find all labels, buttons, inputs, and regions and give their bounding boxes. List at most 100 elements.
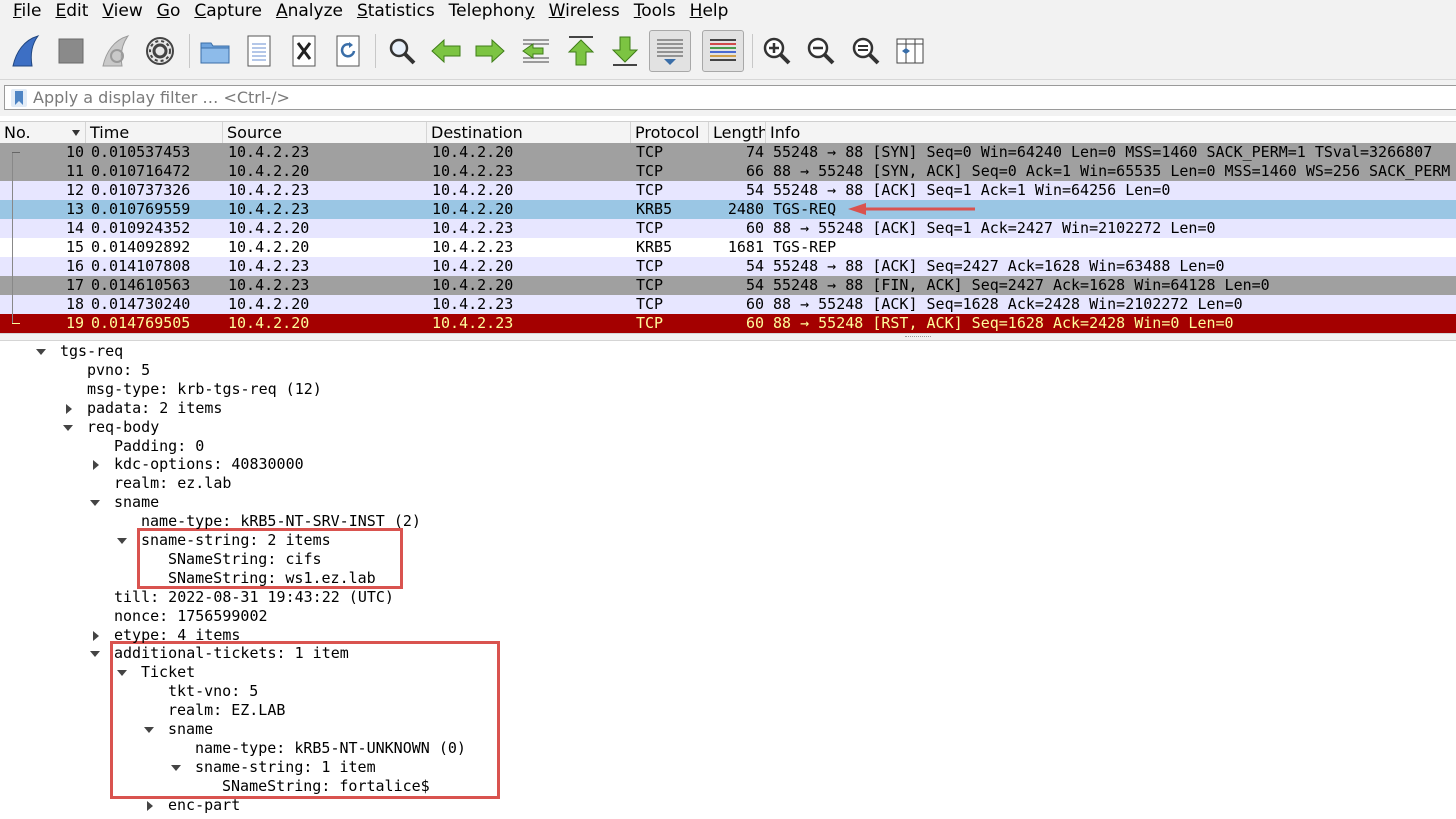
chevron-right-icon[interactable] xyxy=(93,630,99,641)
resize-columns-button[interactable] xyxy=(890,31,930,71)
menu-edit[interactable]: Edit xyxy=(48,0,95,24)
zoom-out-button[interactable] xyxy=(801,31,841,71)
detail-tree-item[interactable]: sname xyxy=(168,720,213,739)
zoom-in-button[interactable] xyxy=(757,31,797,71)
detail-tree-item[interactable]: Ticket xyxy=(141,663,195,682)
chevron-right-icon[interactable] xyxy=(93,460,99,471)
packet-row[interactable]: 13 0.010769559 10.4.2.23 10.4.2.20 KRB5 2480 T… xyxy=(0,200,1456,219)
save-file-button[interactable] xyxy=(239,31,279,71)
packet-row[interactable]: 17 0.014610563 10.4.2.23 10.4.2.20 TCP 54 5524… xyxy=(0,276,1456,295)
stop-capture-button[interactable] xyxy=(51,31,91,71)
go-to-packet-button[interactable] xyxy=(516,31,556,71)
chevron-right-icon[interactable] xyxy=(66,403,72,414)
auto-scroll-button[interactable] xyxy=(649,30,691,72)
packet-cell-info: TGS-REP xyxy=(773,238,837,256)
menu-capture[interactable]: Capture xyxy=(187,0,269,24)
packet-cell-info: 55248 → 88 [FIN, ACK] Seq=2427 Ack=1628 … xyxy=(773,276,1270,294)
chevron-down-icon[interactable] xyxy=(90,651,100,658)
go-back-button[interactable] xyxy=(426,31,466,71)
menu-telephony[interactable]: Telephony xyxy=(442,0,542,24)
capture-options-button[interactable] xyxy=(140,31,180,71)
column-header-source[interactable]: Source xyxy=(223,122,427,144)
packet-row[interactable]: 11 0.010716472 10.4.2.20 10.4.2.23 TCP 66 88 →… xyxy=(0,162,1456,181)
menu-view[interactable]: View xyxy=(95,0,149,24)
go-forward-button[interactable] xyxy=(470,31,510,71)
detail-tree-item[interactable]: etype: 4 items xyxy=(114,626,240,645)
detail-tree-item[interactable]: till: 2022-08-31 19:43:22 (UTC) xyxy=(114,588,394,607)
packet-cell-dst: 10.4.2.23 xyxy=(432,162,514,180)
conversation-bracket-line xyxy=(12,152,13,323)
open-file-button[interactable] xyxy=(195,31,235,71)
packet-row[interactable]: 10 0.010537453 10.4.2.23 10.4.2.20 TCP 74 5524… xyxy=(0,143,1456,162)
packet-row[interactable]: 12 0.010737326 10.4.2.23 10.4.2.20 TCP 54 5524… xyxy=(0,181,1456,200)
zoom-reset-icon xyxy=(852,37,880,65)
close-file-button[interactable] xyxy=(284,31,324,71)
column-header-info[interactable]: Info xyxy=(766,122,1456,144)
packet-row[interactable]: 14 0.010924352 10.4.2.20 10.4.2.23 TCP 60 88 →… xyxy=(0,219,1456,238)
go-last-packet-button[interactable] xyxy=(605,31,645,71)
detail-tree-item[interactable]: sname-string: 1 item xyxy=(195,758,376,777)
chevron-right-icon[interactable] xyxy=(147,800,153,811)
chevron-down-icon[interactable] xyxy=(117,670,127,677)
pane-splitter[interactable] xyxy=(0,333,1456,341)
toolbar-separator xyxy=(375,34,376,68)
detail-tree-item[interactable]: additional-tickets: 1 item xyxy=(114,644,349,663)
start-capture-button[interactable] xyxy=(6,31,46,71)
detail-tree-item[interactable]: kdc-options: 40830000 xyxy=(114,455,304,474)
detail-tree-item[interactable]: SNameString: cifs xyxy=(168,550,322,569)
packet-row[interactable]: 16 0.014107808 10.4.2.23 10.4.2.20 TCP 54 5524… xyxy=(0,257,1456,276)
detail-tree-item[interactable]: tgs-req xyxy=(60,342,123,361)
packet-row[interactable]: 15 0.014092892 10.4.2.20 10.4.2.23 KRB5 1681 T… xyxy=(0,238,1456,257)
packet-cell-info: 55248 → 88 [ACK] Seq=1 Ack=1 Win=64256 L… xyxy=(773,181,1171,199)
chevron-down-icon[interactable] xyxy=(117,538,127,544)
go-first-packet-button[interactable] xyxy=(561,31,601,71)
display-filter-input[interactable] xyxy=(33,87,1433,108)
packet-cell-len: 54 xyxy=(745,276,764,294)
detail-tree-item[interactable]: realm: ez.lab xyxy=(114,474,231,493)
detail-tree-item[interactable]: SNameString: ws1.ez.lab xyxy=(168,569,376,588)
chevron-down-icon[interactable] xyxy=(144,727,154,733)
colorize-button[interactable] xyxy=(702,30,744,72)
menu-file[interactable]: File xyxy=(0,0,48,24)
detail-tree-item[interactable]: padata: 2 items xyxy=(87,399,222,418)
reload-file-button[interactable] xyxy=(328,31,368,71)
resize-columns-icon xyxy=(896,38,924,64)
menu-label-part: Telephon xyxy=(448,1,525,21)
packet-row[interactable]: 19 0.014769505 10.4.2.20 10.4.2.23 TCP 60 88 →… xyxy=(0,314,1456,333)
packet-row[interactable]: 18 0.014730240 10.4.2.20 10.4.2.23 TCP 60 88 →… xyxy=(0,295,1456,314)
chevron-down-icon[interactable] xyxy=(90,500,100,507)
restart-capture-button[interactable] xyxy=(96,31,136,71)
detail-tree-item[interactable]: sname xyxy=(114,493,159,512)
chevron-down-icon[interactable] xyxy=(63,424,73,431)
column-header-length[interactable]: Length xyxy=(709,122,766,144)
menu-tools[interactable]: Tools xyxy=(627,0,683,24)
column-header-destination[interactable]: Destination xyxy=(427,122,631,144)
menu-help[interactable]: Help xyxy=(683,0,736,24)
bookmark-icon[interactable] xyxy=(11,89,27,107)
chevron-down-icon[interactable] xyxy=(171,764,181,771)
arrow-left-icon xyxy=(431,38,461,64)
detail-tree-item[interactable]: name-type: kRB5-NT-UNKNOWN (0) xyxy=(195,739,466,758)
menu-analyze[interactable]: Analyze xyxy=(269,0,350,24)
detail-tree-item[interactable]: SNameString: fortalice$ xyxy=(222,777,430,796)
detail-tree-item[interactable]: Padding: 0 xyxy=(114,437,204,456)
packet-cell-info: 88 → 55248 [SYN, ACK] Seq=0 Ack=1 Win=65… xyxy=(773,162,1451,180)
column-header-time[interactable]: Time xyxy=(86,122,223,144)
detail-tree-item[interactable]: sname-string: 2 items xyxy=(141,531,331,550)
detail-tree-item[interactable]: enc-part xyxy=(168,796,240,815)
detail-tree-item[interactable]: req-body xyxy=(87,418,159,437)
detail-tree-item[interactable]: msg-type: krb-tgs-req (12) xyxy=(87,380,322,399)
detail-tree-item[interactable]: pvno: 5 xyxy=(87,361,150,380)
find-packet-button[interactable] xyxy=(382,31,422,71)
detail-tree-item[interactable]: nonce: 1756599002 xyxy=(114,607,268,626)
detail-tree-item[interactable]: name-type: kRB5-NT-SRV-INST (2) xyxy=(141,512,421,531)
menu-wireless[interactable]: Wireless xyxy=(542,0,627,24)
detail-tree-item[interactable]: tkt-vno: 5 xyxy=(168,682,258,701)
packet-cell-time: 0.010716472 xyxy=(91,162,191,180)
detail-tree-item[interactable]: realm: EZ.LAB xyxy=(168,701,285,720)
chevron-down-icon[interactable] xyxy=(36,349,46,355)
normal-size-button[interactable] xyxy=(846,31,886,71)
menu-statistics[interactable]: Statistics xyxy=(350,0,442,24)
menu-go[interactable]: Go xyxy=(150,0,188,24)
column-header-protocol[interactable]: Protocol xyxy=(631,122,709,144)
